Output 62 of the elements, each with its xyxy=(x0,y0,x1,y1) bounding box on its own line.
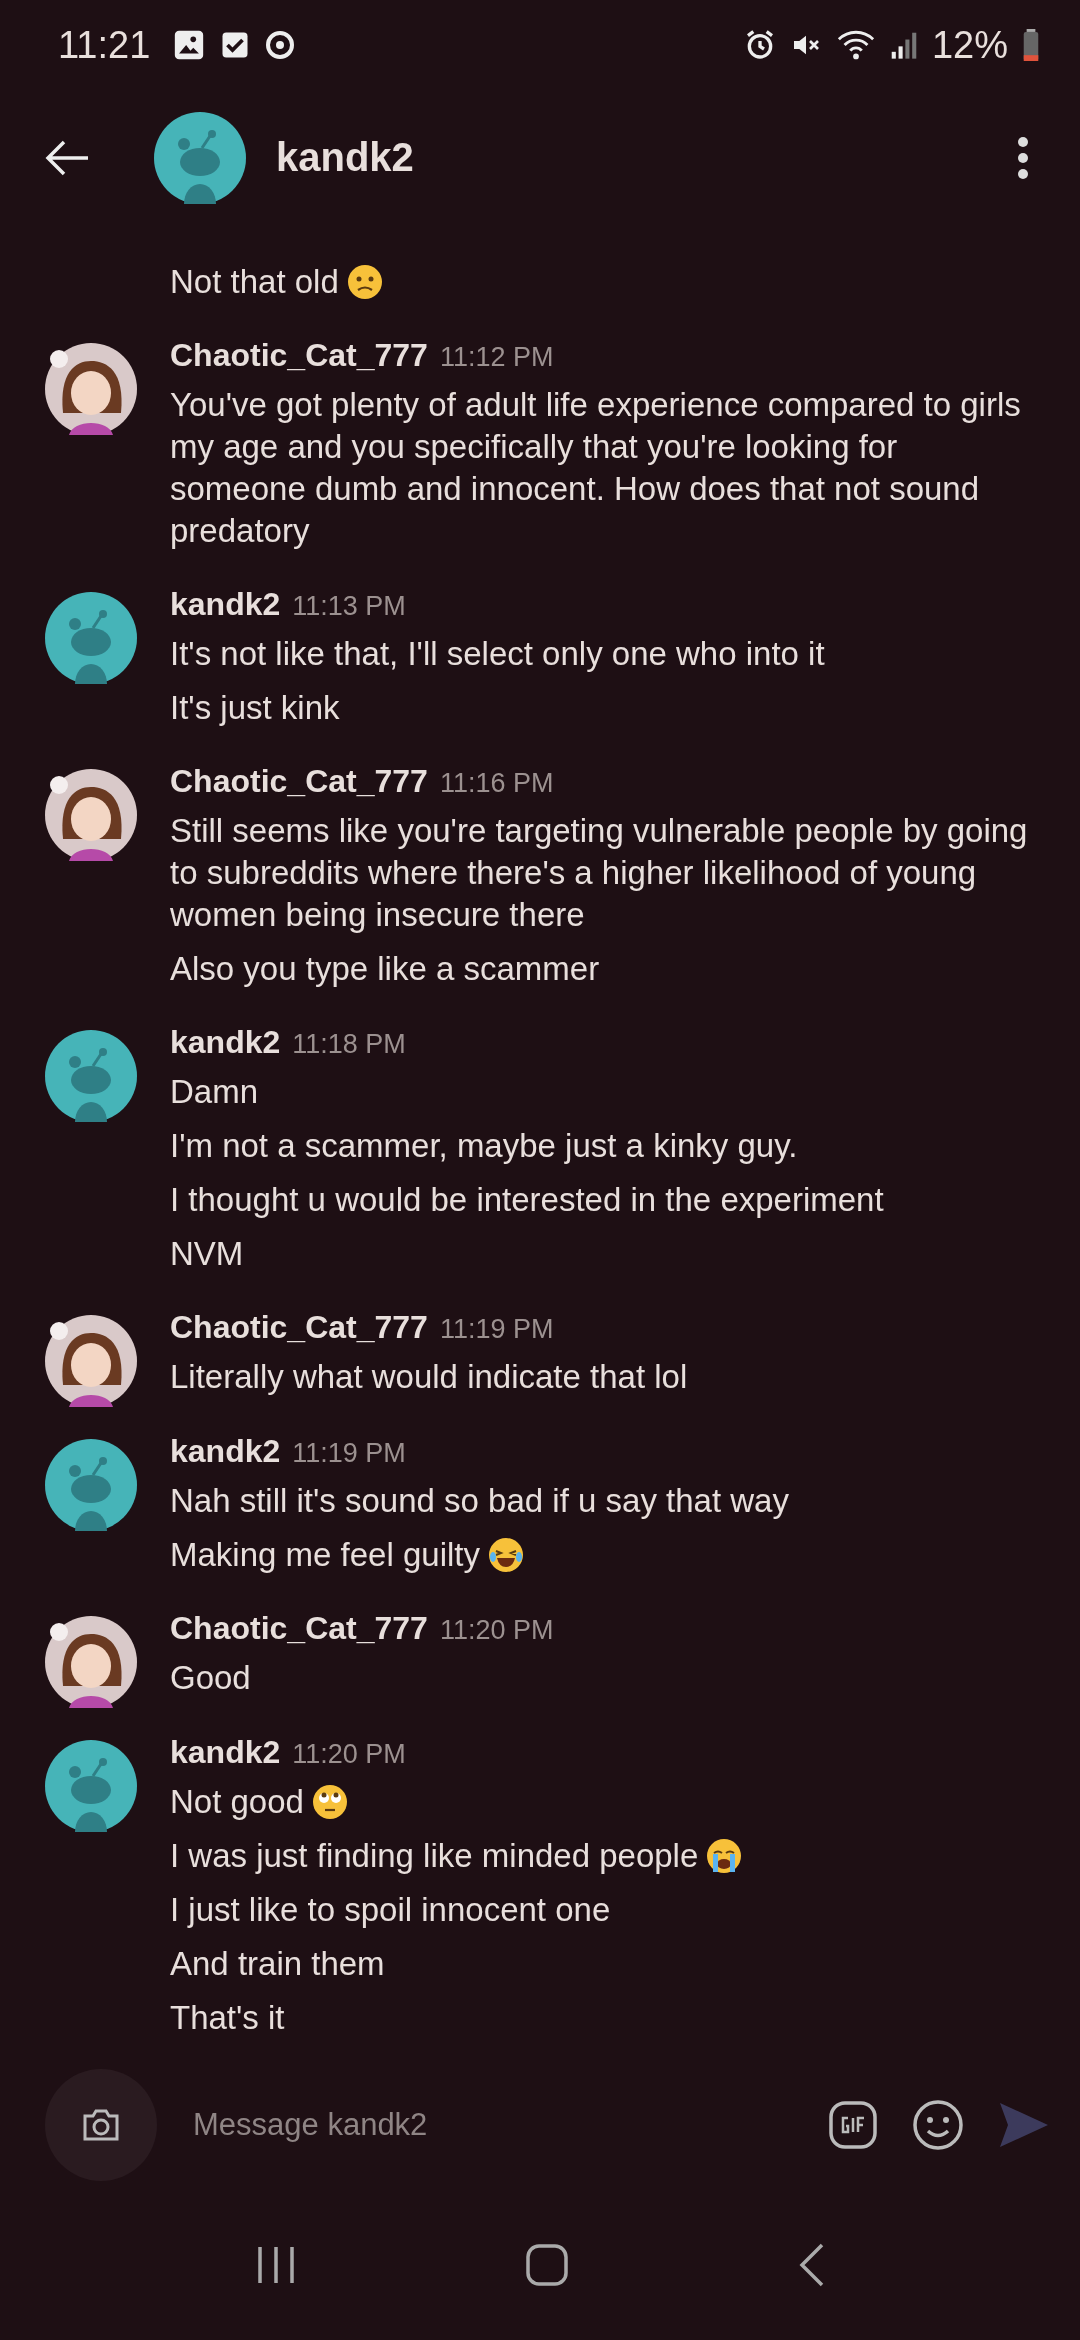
message-text: Damn xyxy=(170,1072,259,1112)
avatar-icon[interactable] xyxy=(154,111,246,204)
chat-title: kandk2 xyxy=(276,135,414,180)
avatar-icon[interactable] xyxy=(45,1616,137,1708)
message-text: Nah still it's sound so bad if u say that way xyxy=(170,1481,789,1521)
message-time: 11:20 PM xyxy=(292,1739,406,1770)
camera-icon xyxy=(81,2108,121,2142)
message-text: I just like to spoil innocent one xyxy=(170,1890,611,1930)
message-time: 11:13 PM xyxy=(292,591,406,622)
avatar-icon[interactable] xyxy=(45,343,137,435)
message-text: NVM xyxy=(170,1234,244,1274)
avatar-icon[interactable] xyxy=(45,1439,137,1531)
battery-percent: 12% xyxy=(931,23,1008,67)
message-time: 11:19 PM xyxy=(439,1314,554,1345)
emoji-icon xyxy=(488,1537,524,1573)
gif-icon[interactable] xyxy=(828,2100,878,2150)
message-text: You've got plenty of adult life experience compared to girls my age and you specifically that you're looking for someone dumb and innocent. How does that not sound predatory xyxy=(170,385,1022,551)
checkbox-icon xyxy=(220,30,251,60)
message-text: Making me feel guilty xyxy=(170,1535,480,1575)
message-time: 11:19 PM xyxy=(292,1438,406,1469)
message-text: Not that old xyxy=(170,262,339,302)
message-time: 11:18 PM xyxy=(292,1029,406,1060)
avatar-icon[interactable] xyxy=(45,1740,137,1832)
message-text: Also you type like a scammer xyxy=(170,949,600,989)
message-time: 11:20 PM xyxy=(439,1615,554,1646)
message-text: That's it xyxy=(170,1998,285,2038)
message-text: I thought u would be interested in the experiment xyxy=(170,1180,884,1220)
username[interactable]: kandk2 xyxy=(170,1433,281,1470)
username[interactable]: Chaotic_Cat_777 xyxy=(170,763,428,800)
emoji-icon xyxy=(311,1784,348,1820)
status-time: 11:21 xyxy=(58,23,151,67)
message-text: And train them xyxy=(170,1944,385,1984)
message-time: 11:12 PM xyxy=(439,342,554,373)
username[interactable]: Chaotic_Cat_777 xyxy=(170,337,428,374)
avatar-icon[interactable] xyxy=(45,769,137,861)
message-text: It's not like that, I'll select only one who into it xyxy=(170,634,825,674)
wifi-icon xyxy=(835,29,876,61)
emoji-icon xyxy=(346,264,383,300)
battery-icon xyxy=(1022,29,1040,61)
message-text: Still seems like you're targeting vulnerable people by going to subreddits where there's a higher likelihood of young women being insecure there xyxy=(170,811,1029,935)
signal-icon xyxy=(889,30,918,60)
home-icon[interactable] xyxy=(525,2243,569,2287)
message-time: 11:16 PM xyxy=(439,768,554,799)
message-text: I was just finding like minded people xyxy=(170,1836,699,1876)
username[interactable]: Chaotic_Cat_777 xyxy=(170,1309,428,1346)
message-input[interactable]: Message kandk2 xyxy=(191,2106,794,2144)
avatar-icon[interactable] xyxy=(45,1030,137,1122)
username[interactable]: kandk2 xyxy=(170,1734,281,1771)
avatar-icon[interactable] xyxy=(45,1315,137,1407)
emoji-picker-icon[interactable] xyxy=(912,2099,964,2151)
username[interactable]: kandk2 xyxy=(170,586,281,623)
avatar-icon[interactable] xyxy=(45,592,137,684)
message-text: It's just kink xyxy=(170,688,340,728)
message-text: Good xyxy=(170,1658,251,1698)
username[interactable]: Chaotic_Cat_777 xyxy=(170,1610,428,1647)
message-text: Literally what would indicate that lol xyxy=(170,1357,688,1397)
emoji-icon xyxy=(706,1838,743,1874)
username[interactable]: kandk2 xyxy=(170,1024,281,1061)
message-text: Not good xyxy=(170,1782,304,1822)
sync-icon xyxy=(264,29,297,61)
message-text: I'm not a scammer, maybe just a kinky guy. xyxy=(170,1126,798,1166)
more-icon[interactable] xyxy=(1016,135,1030,180)
